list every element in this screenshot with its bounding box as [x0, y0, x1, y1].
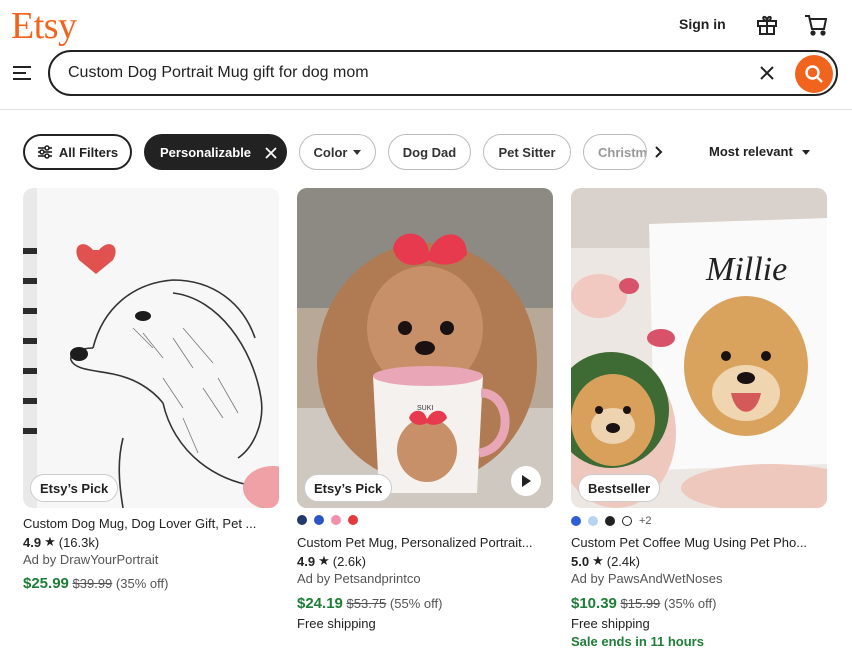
sale-countdown: Sale ends in 11 hours: [571, 634, 704, 649]
filter-chip-color[interactable]: Color: [299, 134, 376, 170]
product-rating: 4.9 ★ (2.6k): [297, 553, 366, 569]
color-swatch: [588, 516, 598, 526]
product-rating: 4.9 ★ (16.3k): [23, 534, 99, 550]
product-image[interactable]: Millie Bestseller: [571, 188, 827, 508]
product-rating: 5.0 ★ (2.4k): [571, 553, 640, 569]
color-swatches: +2: [571, 515, 652, 527]
product-card[interactable]: SUKI Etsy’s Pick Custom Pet Mug, Persona…: [297, 188, 553, 631]
sale-price: $24.19: [297, 595, 343, 612]
sliders-icon: [37, 145, 52, 159]
product-image[interactable]: SUKI Etsy’s Pick: [297, 188, 553, 508]
caret-down-icon: [353, 149, 362, 155]
color-swatch: [622, 516, 632, 526]
shop-name[interactable]: Ad by Petsandprintco: [297, 571, 421, 586]
star-icon: ★: [592, 553, 604, 568]
star-icon: ★: [44, 534, 56, 549]
all-filters-label: All Filters: [58, 144, 119, 160]
filter-chip-label: Dog Dad: [402, 144, 457, 160]
etsys-pick-badge: Etsy’s Pick: [304, 474, 393, 502]
product-title[interactable]: Custom Pet Mug, Personalized Portrait...: [297, 535, 553, 550]
original-price: $15.99: [620, 596, 661, 611]
rating-value: 4.9: [23, 534, 42, 550]
product-card[interactable]: Millie Bestseller +2 Custom Pet Coffee M…: [571, 188, 827, 649]
more-colors-count: +2: [639, 515, 652, 527]
original-price: $53.75: [346, 596, 387, 611]
product-price: $10.39 $15.99 (35% off): [571, 595, 716, 612]
gift-icon[interactable]: [754, 12, 780, 38]
filter-chip-label: Christmas: [598, 144, 647, 160]
filter-chip-label: Color: [313, 144, 348, 160]
play-video-button[interactable]: [511, 466, 541, 496]
discount: (55% off): [389, 596, 443, 611]
product-title[interactable]: Custom Pet Coffee Mug Using Pet Pho...: [571, 535, 827, 550]
caret-down-icon: [802, 150, 811, 156]
product-card[interactable]: Etsy’s Pick Custom Dog Mug, Dog Lover Gi…: [23, 188, 279, 592]
star-icon: ★: [318, 553, 330, 568]
mug-name-label: Millie: [705, 251, 787, 288]
cart-icon[interactable]: [803, 12, 829, 38]
color-swatch: [605, 516, 615, 526]
filter-chip-pet-sitter[interactable]: Pet Sitter: [483, 134, 571, 170]
bestseller-badge: Bestseller: [578, 474, 661, 502]
discount: (35% off): [115, 576, 169, 591]
color-swatch: [348, 515, 358, 525]
search-button[interactable]: [795, 55, 833, 93]
color-swatch: [331, 515, 341, 525]
menu-icon[interactable]: [12, 63, 34, 83]
etsy-logo[interactable]: Etsy: [11, 4, 77, 48]
product-image[interactable]: Etsy’s Pick: [23, 188, 279, 508]
mug-name-label: SUKI: [417, 405, 433, 412]
search-bar: Custom Dog Portrait Mug gift for dog mom: [48, 50, 838, 96]
filter-chip-label: Pet Sitter: [498, 144, 556, 160]
shop-name[interactable]: Ad by PawsAndWetNoses: [571, 571, 723, 586]
rating-value: 5.0: [571, 553, 590, 569]
product-price: $24.19 $53.75 (55% off): [297, 595, 442, 612]
site-header: Etsy Sign in Custom Dog Portrait Mug gif…: [0, 0, 852, 110]
review-count: (2.6k): [332, 553, 366, 569]
product-price: $25.99 $39.99 (35% off): [23, 575, 168, 592]
all-filters-button[interactable]: All Filters: [23, 134, 132, 170]
color-swatch: [571, 516, 581, 526]
clear-search-icon[interactable]: [758, 64, 776, 82]
color-swatch: [314, 515, 324, 525]
color-swatches: [297, 515, 358, 525]
sale-price: $10.39: [571, 595, 617, 612]
sort-dropdown[interactable]: Most relevant: [709, 144, 811, 159]
play-icon: [522, 475, 531, 487]
filter-chip-label: Personalizable: [160, 144, 252, 160]
shop-name[interactable]: Ad by DrawYourPortrait: [23, 552, 158, 567]
sale-price: $25.99: [23, 575, 69, 592]
chevron-right-icon[interactable]: [651, 144, 665, 160]
free-shipping: Free shipping: [571, 616, 650, 631]
color-swatch: [297, 515, 307, 525]
sort-label: Most relevant: [709, 144, 793, 159]
free-shipping: Free shipping: [297, 616, 376, 631]
search-icon: [805, 65, 823, 83]
sign-in-link[interactable]: Sign in: [679, 16, 726, 32]
remove-filter-icon[interactable]: [264, 146, 278, 160]
discount: (35% off): [663, 596, 717, 611]
filter-chip-personalizable[interactable]: Personalizable: [144, 134, 287, 170]
filter-chip-christmas[interactable]: Christmas: [583, 134, 647, 170]
filter-chip-dog-dad[interactable]: Dog Dad: [388, 134, 471, 170]
review-count: (2.4k): [606, 553, 640, 569]
review-count: (16.3k): [58, 534, 100, 550]
product-title[interactable]: Custom Dog Mug, Dog Lover Gift, Pet ...: [23, 516, 279, 531]
search-input[interactable]: Custom Dog Portrait Mug gift for dog mom: [68, 64, 369, 82]
original-price: $39.99: [72, 576, 113, 591]
etsys-pick-badge: Etsy’s Pick: [30, 474, 119, 502]
rating-value: 4.9: [297, 553, 316, 569]
